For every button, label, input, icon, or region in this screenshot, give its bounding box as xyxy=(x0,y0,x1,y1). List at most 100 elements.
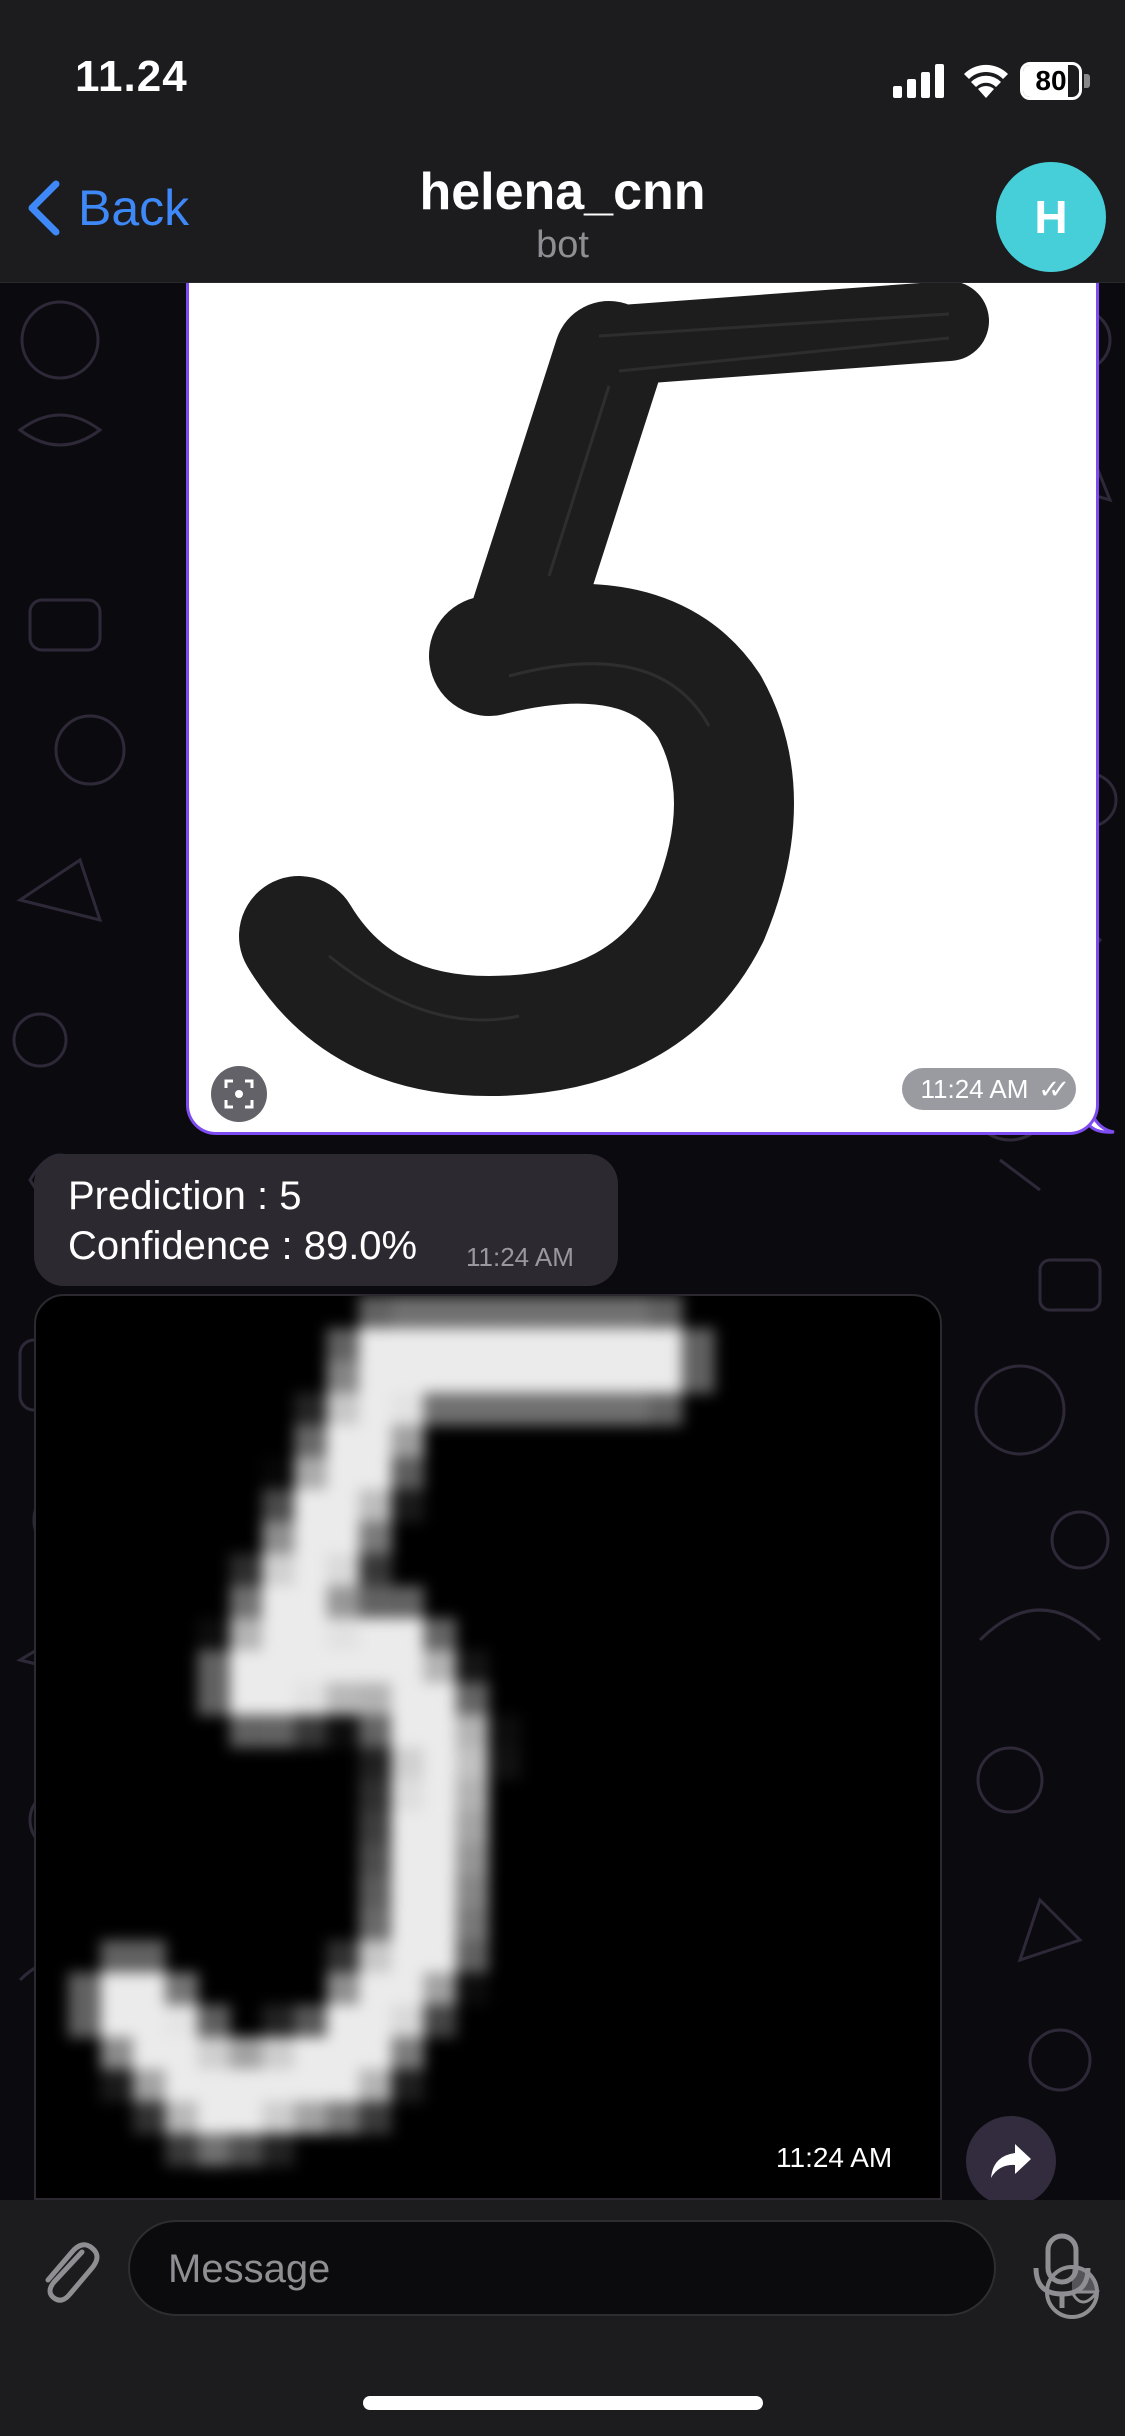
image-pixel xyxy=(358,1360,392,1394)
image-pixel xyxy=(326,1457,360,1490)
avatar[interactable]: H xyxy=(996,162,1106,272)
image-pixel xyxy=(326,2101,360,2135)
image-pixel xyxy=(294,1457,328,1490)
image-pixel xyxy=(358,2101,392,2135)
image-pixel xyxy=(358,1908,392,1941)
image-pixel xyxy=(617,1328,651,1362)
image-pixel xyxy=(262,1714,295,1748)
image-pixel xyxy=(358,1296,392,1329)
image-pixel xyxy=(229,1650,263,1684)
message-input[interactable] xyxy=(166,2222,910,2316)
image-pixel xyxy=(165,2133,199,2167)
image-pixel xyxy=(455,1360,489,1394)
attachment-icon[interactable] xyxy=(30,2230,102,2308)
image-pixel xyxy=(326,1489,360,1523)
confidence-text: Confidence : 89.0% xyxy=(68,1224,418,1268)
image-pixel xyxy=(391,1940,425,1974)
wifi-icon xyxy=(964,64,1008,98)
image-pixel xyxy=(262,2069,295,2103)
image-pixel xyxy=(229,1618,263,1652)
image-pixel xyxy=(100,2036,134,2070)
image-pixel xyxy=(423,1360,457,1394)
image-pixel xyxy=(391,1779,425,1813)
image-pixel xyxy=(391,1360,425,1394)
image-pixel xyxy=(132,2101,166,2135)
image-pixel xyxy=(358,1875,392,1909)
image-pixel xyxy=(229,2133,263,2167)
image-pixel xyxy=(197,2004,231,2038)
image-pixel xyxy=(326,1424,360,1458)
home-indicator[interactable] xyxy=(363,2396,763,2410)
image-pixel xyxy=(262,1521,295,1555)
image-pixel xyxy=(294,1489,328,1523)
image-pixel xyxy=(391,1489,425,1523)
prediction-message[interactable]: Prediction : 5 Confidence : 89.0% 11:24 … xyxy=(34,1154,618,1286)
image-pixel xyxy=(681,1360,715,1394)
image-pixel xyxy=(132,1940,166,1974)
image-pixel xyxy=(326,1650,360,1684)
image-pixel xyxy=(358,2069,392,2103)
image-pixel xyxy=(423,1779,457,1813)
image-pixel xyxy=(358,1392,392,1426)
image-pixel xyxy=(68,1972,102,2006)
image-pixel xyxy=(488,1296,521,1329)
image-pixel xyxy=(455,1682,489,1716)
scan-text-icon[interactable] xyxy=(211,1066,267,1122)
image-pixel xyxy=(455,1296,489,1329)
image-pixel xyxy=(326,1682,360,1716)
image-pixel xyxy=(326,1392,360,1426)
image-pixel xyxy=(358,1779,392,1813)
image-pixel xyxy=(262,2101,295,2135)
image-pixel xyxy=(100,1940,134,1974)
image-pixel xyxy=(294,1714,328,1748)
image-pixel xyxy=(229,1553,263,1587)
image-pixel xyxy=(229,1585,263,1619)
image-pixel xyxy=(229,1714,263,1748)
image-pixel xyxy=(391,1618,425,1652)
image-pixel xyxy=(132,2069,166,2103)
image-pixel xyxy=(423,1747,457,1780)
image-pixel xyxy=(294,1553,328,1587)
microphone-icon[interactable] xyxy=(1030,2232,1094,2312)
image-pixel xyxy=(391,1875,425,1909)
image-pixel xyxy=(358,1714,392,1748)
image-pixel xyxy=(391,1972,425,2006)
image-pixel xyxy=(391,1392,425,1426)
image-pixel xyxy=(294,1521,328,1555)
image-pixel xyxy=(326,1521,360,1555)
status-bar: 11.24 80 xyxy=(0,0,1125,140)
image-pixel xyxy=(262,1682,295,1716)
processed-photo-message[interactable]: 11:24 AM xyxy=(34,1294,942,2200)
image-pixel xyxy=(262,2036,295,2070)
image-pixel xyxy=(423,1296,457,1329)
image-pixel xyxy=(294,1392,328,1426)
image-pixel xyxy=(358,1585,392,1619)
image-pixel xyxy=(391,1424,425,1458)
image-pixel xyxy=(391,1296,425,1329)
image-pixel xyxy=(520,1392,554,1426)
image-pixel xyxy=(326,1714,360,1748)
image-pixel xyxy=(423,1392,457,1426)
image-pixel xyxy=(358,1682,392,1716)
forward-button[interactable] xyxy=(966,2116,1056,2206)
outgoing-photo-message[interactable]: 11:24 AM ✓✓ xyxy=(186,276,1099,1135)
image-pixel xyxy=(552,1328,586,1362)
image-pixel xyxy=(423,1714,457,1748)
battery-icon: 80 xyxy=(1020,62,1082,100)
image-pixel xyxy=(649,1328,683,1362)
image-pixel xyxy=(488,1714,521,1748)
image-pixel xyxy=(552,1360,586,1394)
image-pixel xyxy=(391,2069,425,2103)
image-pixel xyxy=(552,1392,586,1426)
cellular-signal-icon xyxy=(893,64,944,98)
image-pixel xyxy=(197,2069,231,2103)
chat-subtitle: bot xyxy=(536,224,589,266)
image-pixel xyxy=(423,1811,457,1845)
image-pixel xyxy=(423,1875,457,1909)
image-pixel xyxy=(455,1811,489,1845)
image-pixel xyxy=(520,1328,554,1362)
image-pixel xyxy=(455,1747,489,1780)
image-pixel xyxy=(165,2069,199,2103)
image-pixel xyxy=(326,1328,360,1362)
image-pixel xyxy=(617,1360,651,1394)
